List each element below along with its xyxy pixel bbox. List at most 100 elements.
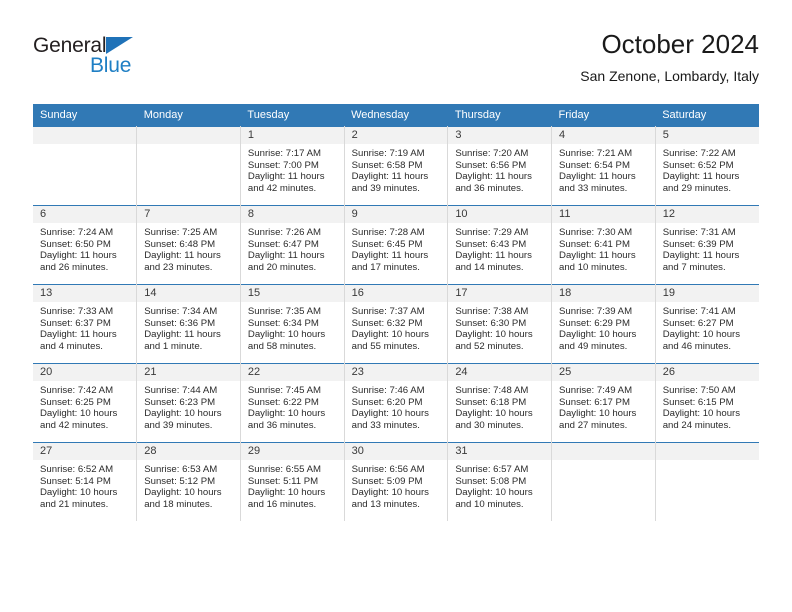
day-number xyxy=(33,127,137,144)
daylight-text-line2: and 42 minutes. xyxy=(40,419,109,431)
calendar-day-cell[interactable]: 28 Sunrise: 6:53 AM Sunset: 5:12 PM Dayligh… xyxy=(136,442,241,521)
sunrise-text: Sunrise: 7:31 AM xyxy=(662,227,736,238)
calendar-day-cell[interactable]: 9 Sunrise: 7:28 AM Sunset: 6:45 PM Daylight… xyxy=(344,205,449,285)
calendar-day-cell-empty xyxy=(136,126,241,206)
calendar-day-cell-empty xyxy=(551,442,656,521)
weekday-header-friday: Friday xyxy=(551,104,656,127)
daylight-text-line1: Daylight: 11 hours xyxy=(455,171,532,183)
day-cell-inner: 5 Sunrise: 7:22 AM Sunset: 6:52 PM Daylight… xyxy=(655,127,759,205)
daylight-text-line2: and 18 minutes. xyxy=(144,498,213,510)
sunrise-text: Sunrise: 7:17 AM xyxy=(247,148,321,159)
day-number: 5 xyxy=(655,127,759,144)
daylight-text-line1: Daylight: 10 hours xyxy=(144,487,222,499)
daylight-text-line1: Daylight: 11 hours xyxy=(662,250,740,262)
calendar-day-cell[interactable]: 8 Sunrise: 7:26 AM Sunset: 6:47 PM Daylight… xyxy=(240,205,345,285)
calendar-day-cell[interactable]: 18 Sunrise: 7:39 AM Sunset: 6:29 PM Dayligh… xyxy=(551,284,656,364)
sunset-text: Sunset: 6:50 PM xyxy=(40,238,111,250)
calendar-day-cell[interactable]: 6 Sunrise: 7:24 AM Sunset: 6:50 PM Daylight… xyxy=(33,205,138,285)
day-details: Sunrise: 7:35 AM Sunset: 6:34 PM Daylight:… xyxy=(241,302,344,352)
calendar-day-cell[interactable]: 21 Sunrise: 7:44 AM Sunset: 6:23 PM Dayligh… xyxy=(136,363,241,443)
calendar-day-cell[interactable]: 31 Sunrise: 6:57 AM Sunset: 5:08 PM Dayligh… xyxy=(447,442,553,521)
calendar-day-cell[interactable]: 22 Sunrise: 7:45 AM Sunset: 6:22 PM Dayligh… xyxy=(240,363,345,443)
daylight-text-line1: Daylight: 11 hours xyxy=(455,250,532,262)
day-cell-inner: 1 Sunrise: 7:17 AM Sunset: 7:00 PM Daylight… xyxy=(240,127,344,205)
day-details: Sunrise: 7:50 AM Sunset: 6:15 PM Daylight:… xyxy=(656,381,759,431)
calendar-day-cell[interactable]: 30 Sunrise: 6:56 AM Sunset: 5:09 PM Dayligh… xyxy=(344,442,449,521)
calendar-day-cell[interactable]: 2 Sunrise: 7:19 AM Sunset: 6:58 PM Daylight… xyxy=(344,126,449,206)
sunset-text: Sunset: 5:08 PM xyxy=(455,475,527,487)
calendar-day-cell[interactable]: 11 Sunrise: 7:30 AM Sunset: 6:41 PM Dayligh… xyxy=(551,205,656,285)
day-details: Sunrise: 7:48 AM Sunset: 6:18 PM Daylight:… xyxy=(448,381,551,431)
sunset-text: Sunset: 6:43 PM xyxy=(455,238,527,250)
weekday-header-row: Sunday Monday Tuesday Wednesday Thursday… xyxy=(33,104,759,127)
calendar-day-cell[interactable]: 13 Sunrise: 7:33 AM Sunset: 6:37 PM Dayligh… xyxy=(33,284,138,364)
day-details: Sunrise: 7:37 AM Sunset: 6:32 PM Daylight:… xyxy=(345,302,448,352)
sunset-text: Sunset: 6:15 PM xyxy=(662,396,734,408)
daylight-text-line2: and 24 minutes. xyxy=(662,419,731,431)
day-cell-inner: 18 Sunrise: 7:39 AM Sunset: 6:29 PM Dayligh… xyxy=(552,285,655,363)
daylight-text-line2: and 23 minutes. xyxy=(144,261,213,273)
day-details: Sunrise: 7:25 AM Sunset: 6:48 PM Daylight:… xyxy=(137,223,240,273)
calendar-day-cell[interactable]: 20 Sunrise: 7:42 AM Sunset: 6:25 PM Dayligh… xyxy=(33,363,138,443)
day-number: 8 xyxy=(240,206,344,223)
calendar-day-cell[interactable]: 29 Sunrise: 6:55 AM Sunset: 5:11 PM Dayligh… xyxy=(240,442,345,521)
calendar-day-cell[interactable]: 24 Sunrise: 7:48 AM Sunset: 6:18 PM Dayligh… xyxy=(447,363,553,443)
calendar-day-cell[interactable]: 4 Sunrise: 7:21 AM Sunset: 6:54 PM Daylight… xyxy=(551,126,656,206)
daylight-text-line1: Daylight: 10 hours xyxy=(247,487,326,499)
daylight-text-line2: and 27 minutes. xyxy=(559,419,628,431)
calendar-day-cell[interactable]: 15 Sunrise: 7:35 AM Sunset: 6:34 PM Dayligh… xyxy=(240,284,345,364)
day-number: 11 xyxy=(552,206,655,223)
day-cell-inner: 16 Sunrise: 7:37 AM Sunset: 6:32 PM Dayligh… xyxy=(344,285,448,363)
sunrise-text: Sunrise: 7:22 AM xyxy=(662,148,736,159)
day-cell-inner: 2 Sunrise: 7:19 AM Sunset: 6:58 PM Daylight… xyxy=(344,127,448,205)
sunset-text: Sunset: 5:12 PM xyxy=(144,475,216,487)
sunrise-text: Sunrise: 7:49 AM xyxy=(559,385,633,396)
weekday-header-thursday: Thursday xyxy=(447,104,552,127)
daylight-text-line1: Daylight: 11 hours xyxy=(247,250,325,262)
sunrise-text: Sunrise: 7:20 AM xyxy=(455,148,529,159)
day-cell-inner: 7 Sunrise: 7:25 AM Sunset: 6:48 PM Daylight… xyxy=(137,206,240,284)
day-details: Sunrise: 7:17 AM Sunset: 7:00 PM Daylight:… xyxy=(241,144,344,194)
calendar-day-cell[interactable]: 27 Sunrise: 6:52 AM Sunset: 5:14 PM Dayligh… xyxy=(33,442,138,521)
calendar-day-cell[interactable]: 19 Sunrise: 7:41 AM Sunset: 6:27 PM Dayligh… xyxy=(655,284,759,364)
day-cell-inner xyxy=(137,127,240,205)
calendar-day-cell[interactable]: 5 Sunrise: 7:22 AM Sunset: 6:52 PM Daylight… xyxy=(655,126,759,206)
day-number: 25 xyxy=(552,364,655,381)
day-cell-inner: 10 Sunrise: 7:29 AM Sunset: 6:43 PM Dayligh… xyxy=(448,206,552,284)
weekday-header-saturday: Saturday xyxy=(655,104,759,127)
calendar-day-cell[interactable]: 3 Sunrise: 7:20 AM Sunset: 6:56 PM Daylight… xyxy=(447,126,553,206)
sunrise-text: Sunrise: 7:19 AM xyxy=(351,148,425,159)
day-details: Sunrise: 7:49 AM Sunset: 6:17 PM Daylight:… xyxy=(552,381,655,431)
day-number: 14 xyxy=(137,285,240,302)
day-number xyxy=(552,443,655,460)
calendar-day-cell[interactable]: 16 Sunrise: 7:37 AM Sunset: 6:32 PM Dayligh… xyxy=(344,284,449,364)
day-details: Sunrise: 6:52 AM Sunset: 5:14 PM Daylight:… xyxy=(33,460,136,510)
daylight-text-line2: and 46 minutes. xyxy=(662,340,731,352)
calendar-day-cell[interactable]: 25 Sunrise: 7:49 AM Sunset: 6:17 PM Dayligh… xyxy=(551,363,656,443)
sunrise-text: Sunrise: 7:50 AM xyxy=(662,385,736,396)
daylight-text-line2: and 55 minutes. xyxy=(351,340,420,352)
sunset-text: Sunset: 6:32 PM xyxy=(351,317,423,329)
daylight-text-line2: and 16 minutes. xyxy=(247,498,317,510)
day-cell-inner xyxy=(552,443,655,521)
calendar-day-cell[interactable]: 1 Sunrise: 7:17 AM Sunset: 7:00 PM Daylight… xyxy=(240,126,345,206)
daylight-text-line1: Daylight: 11 hours xyxy=(559,171,636,183)
calendar-day-cell[interactable]: 7 Sunrise: 7:25 AM Sunset: 6:48 PM Daylight… xyxy=(136,205,241,285)
calendar-day-cell[interactable]: 17 Sunrise: 7:38 AM Sunset: 6:30 PM Dayligh… xyxy=(447,284,553,364)
day-details: Sunrise: 7:33 AM Sunset: 6:37 PM Daylight:… xyxy=(33,302,136,352)
calendar-day-cell[interactable]: 10 Sunrise: 7:29 AM Sunset: 6:43 PM Dayligh… xyxy=(447,205,553,285)
sunset-text: Sunset: 5:09 PM xyxy=(351,475,423,487)
calendar-day-cell[interactable]: 23 Sunrise: 7:46 AM Sunset: 6:20 PM Dayligh… xyxy=(344,363,449,443)
sunrise-text: Sunrise: 7:26 AM xyxy=(247,227,321,238)
calendar-day-cell[interactable]: 14 Sunrise: 7:34 AM Sunset: 6:36 PM Dayligh… xyxy=(136,284,241,364)
day-number: 9 xyxy=(344,206,448,223)
daylight-text-line2: and 17 minutes. xyxy=(351,261,420,273)
calendar-day-cell[interactable]: 26 Sunrise: 7:50 AM Sunset: 6:15 PM Dayligh… xyxy=(655,363,759,443)
day-number: 21 xyxy=(137,364,240,381)
day-number: 12 xyxy=(655,206,759,223)
sunrise-text: Sunrise: 7:33 AM xyxy=(40,306,114,317)
day-number: 26 xyxy=(655,364,759,381)
calendar-day-cell[interactable]: 12 Sunrise: 7:31 AM Sunset: 6:39 PM Dayligh… xyxy=(655,205,759,285)
day-details: Sunrise: 7:45 AM Sunset: 6:22 PM Daylight:… xyxy=(241,381,344,431)
day-cell-inner: 15 Sunrise: 7:35 AM Sunset: 6:34 PM Dayligh… xyxy=(240,285,344,363)
